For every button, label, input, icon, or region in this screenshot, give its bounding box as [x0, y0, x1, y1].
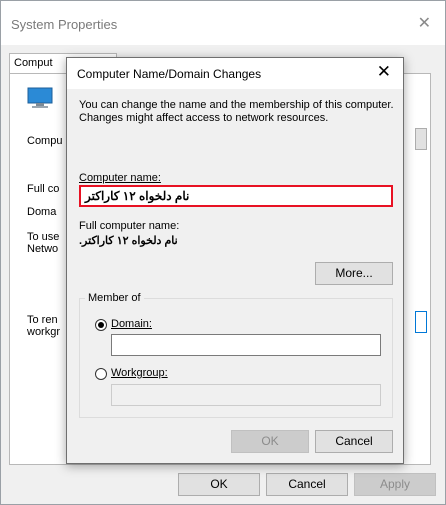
ok-button[interactable]: OK [178, 473, 260, 496]
workgroup-radio-text: Workgroup: [111, 367, 168, 379]
computer-name-input[interactable]: نام دلخواه ۱۲ کاراکتر [79, 185, 393, 207]
label-workgroup: workgr [27, 326, 61, 338]
close-icon[interactable]: ✕ [377, 62, 391, 82]
label-to-use: To use [27, 231, 60, 243]
dialog-cancel-button[interactable]: Cancel [315, 430, 393, 453]
workgroup-radio[interactable] [95, 368, 107, 380]
label-full-computer-name: Full co [27, 183, 60, 195]
label-to-rename: To ren [27, 314, 58, 326]
computer-name-dialog: Computer Name/Domain Changes ✕ You can c… [66, 57, 404, 464]
full-computer-name-value: نام دلخواه ۱۲ کاراکتر. [79, 235, 178, 247]
system-properties-title: System Properties [11, 17, 118, 32]
dialog-description: You can change the name and the membersh… [79, 99, 394, 124]
domain-radio[interactable] [95, 319, 107, 331]
label-domain: Doma [27, 206, 57, 218]
cancel-button[interactable]: Cancel [266, 473, 348, 496]
dialog-ok-button[interactable]: OK [231, 430, 309, 453]
change-button[interactable] [415, 311, 427, 333]
label-computer-description: Compu [27, 135, 63, 147]
computer-icon [27, 87, 53, 108]
change-description-button[interactable] [415, 128, 427, 150]
computer-name-label: Computer name: [79, 172, 161, 184]
dialog-titlebar: Computer Name/Domain Changes ✕ [67, 58, 403, 89]
system-properties-titlebar: System Properties ✕ [1, 1, 445, 45]
domain-radio-text: Domain: [111, 318, 152, 330]
domain-radio-label[interactable]: Domain: [111, 318, 152, 330]
full-computer-name-label: Full computer name: [79, 220, 180, 232]
more-button[interactable]: More... [315, 262, 393, 285]
workgroup-input [111, 384, 381, 406]
dialog-title: Computer Name/Domain Changes [77, 67, 262, 81]
close-icon[interactable]: ✕ [418, 13, 431, 33]
workgroup-radio-label[interactable]: Workgroup: [111, 367, 168, 379]
member-of-label: Member of [85, 292, 144, 304]
apply-button[interactable]: Apply [354, 473, 436, 496]
domain-input[interactable] [111, 334, 381, 356]
label-network: Netwo [27, 243, 59, 255]
